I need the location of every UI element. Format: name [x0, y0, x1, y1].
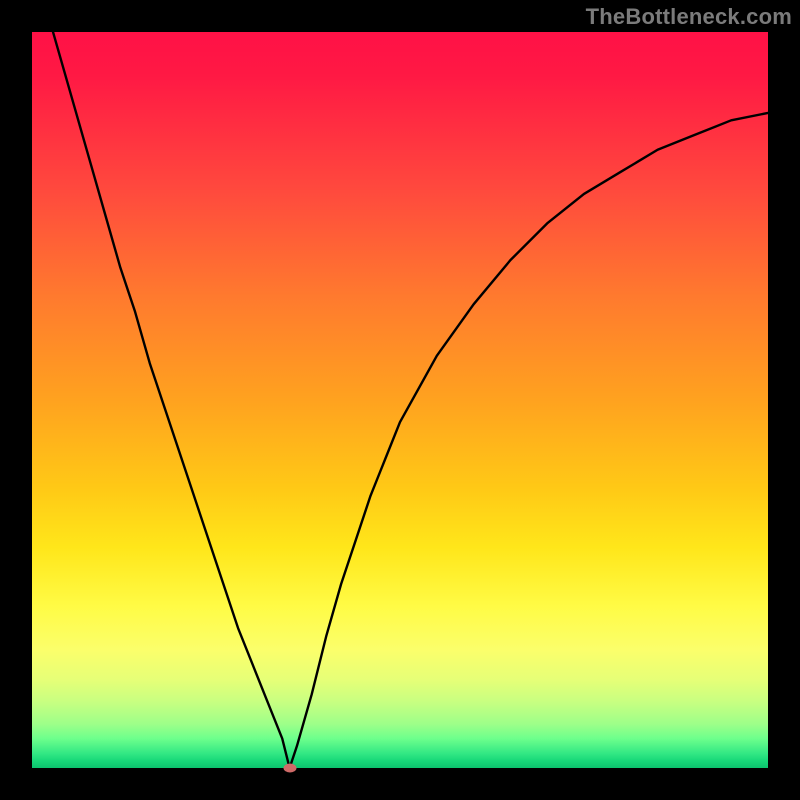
chart-frame: TheBottleneck.com	[0, 0, 800, 800]
minimum-marker	[283, 764, 296, 773]
bottleneck-curve	[32, 32, 768, 768]
chart-plot-area	[32, 32, 768, 768]
watermark-text: TheBottleneck.com	[586, 4, 792, 30]
